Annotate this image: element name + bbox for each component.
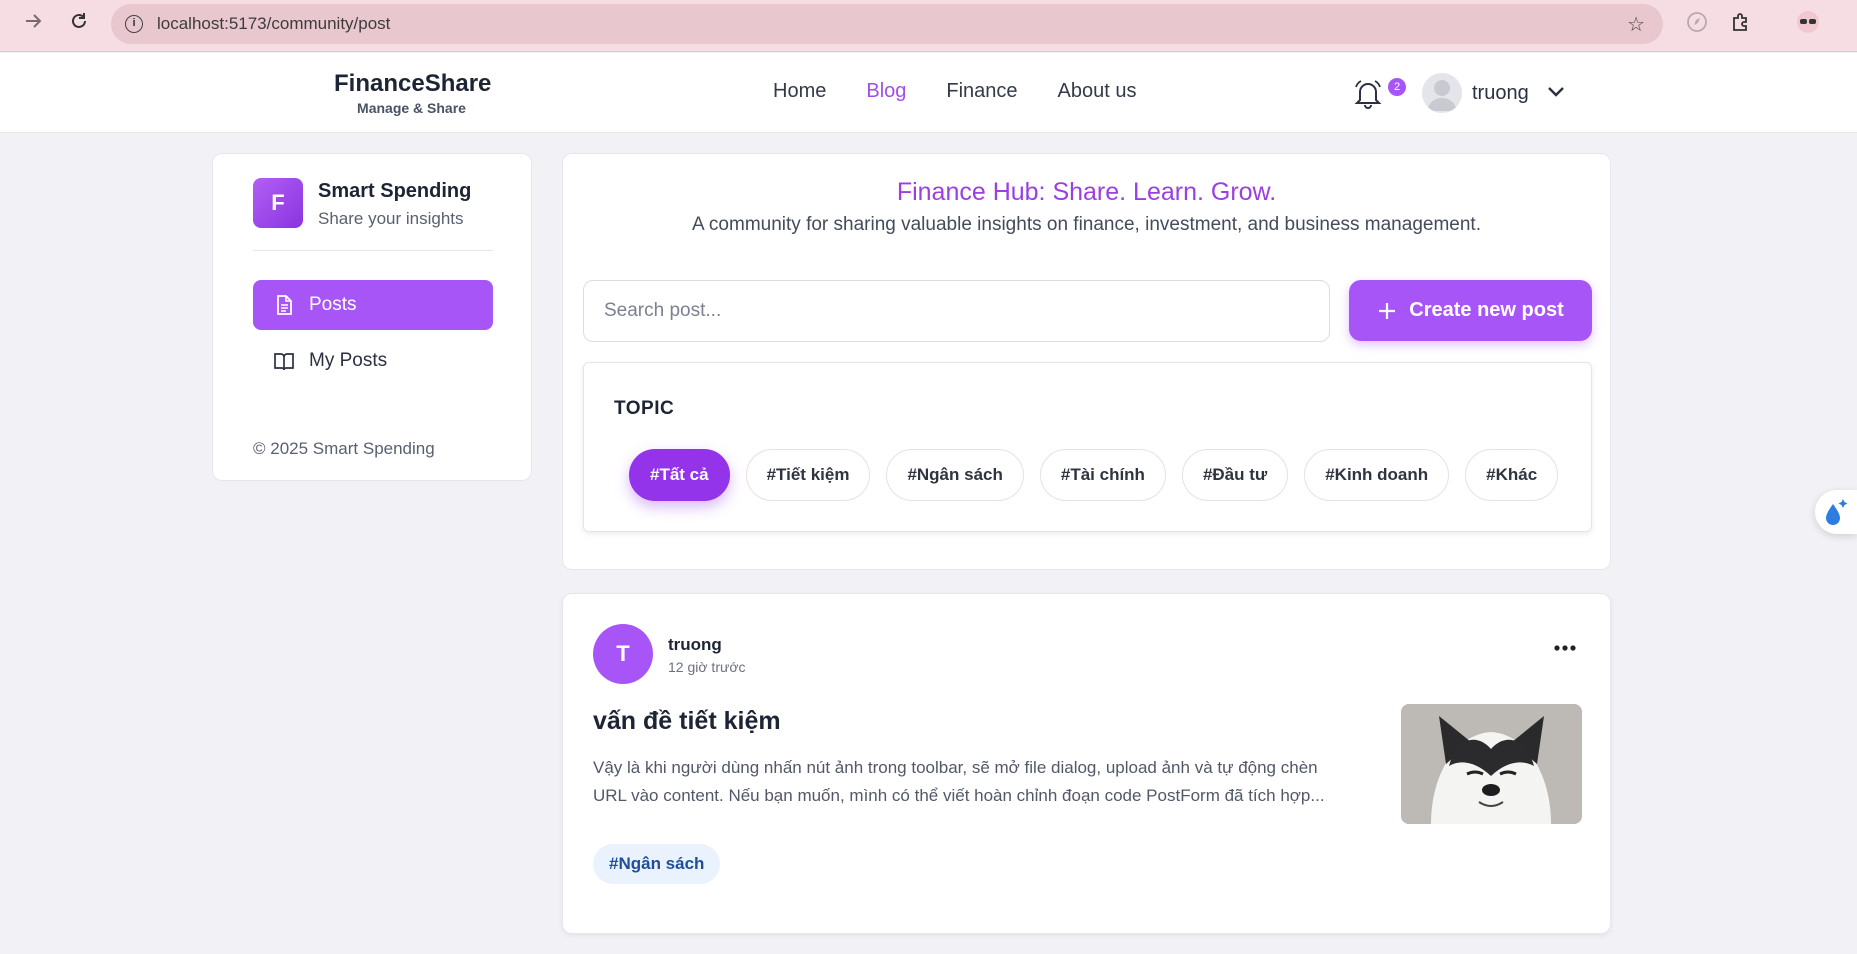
- nav-blog[interactable]: Blog: [866, 80, 906, 103]
- post-timestamp: 12 giờ trước: [668, 659, 746, 675]
- sidebar-footer: © 2025 Smart Spending: [253, 439, 435, 458]
- nav-finance[interactable]: Finance: [946, 80, 1017, 103]
- post-thumbnail[interactable]: [1401, 704, 1582, 824]
- profile-icon[interactable]: [1796, 10, 1820, 34]
- main-nav: Home Blog Finance About us: [773, 80, 1137, 103]
- post-tag[interactable]: #Ngân sách: [593, 844, 721, 884]
- create-post-label: Create new post: [1409, 299, 1564, 321]
- reload-icon[interactable]: [66, 10, 92, 36]
- sidebar-item-posts[interactable]: Posts: [253, 280, 493, 330]
- topic-chip-budget[interactable]: #Ngân sách: [886, 449, 1024, 501]
- document-icon: [277, 295, 292, 315]
- bookmark-star-icon[interactable]: ☆: [1627, 12, 1645, 37]
- author-avatar[interactable]: T: [593, 624, 653, 684]
- sidebar-divider: [253, 250, 493, 251]
- bell-icon[interactable]: [1353, 78, 1383, 110]
- chevron-down-icon[interactable]: [1545, 80, 1567, 102]
- sidebar-title: Smart Spending: [318, 180, 472, 202]
- community-hero: Finance Hub: Share. Learn. Grow. A commu…: [562, 153, 1611, 570]
- address-url[interactable]: localhost:5173/community/post: [157, 14, 390, 34]
- brand-logo[interactable]: FinanceShare Manage & Share: [334, 70, 492, 116]
- page-subtitle: A community for sharing valuable insight…: [692, 214, 1481, 235]
- nav-home[interactable]: Home: [773, 80, 826, 103]
- topic-heading: TOPIC: [614, 398, 675, 419]
- more-horizontal-icon[interactable]: [1547, 636, 1583, 660]
- sidebar-item-label: My Posts: [309, 350, 388, 371]
- address-bar[interactable]: i localhost:5173/community/post ☆: [111, 4, 1663, 44]
- site-header: FinanceShare Manage & Share Home Blog Fi…: [0, 53, 1857, 133]
- topic-filter: TOPIC #Tất cả #Tiết kiệm #Ngân sách #Tài…: [583, 362, 1592, 532]
- brand-tagline: Manage & Share: [357, 100, 466, 116]
- brand-name: FinanceShare: [334, 70, 492, 97]
- topic-chip-business[interactable]: #Kinh doanh: [1304, 449, 1450, 501]
- post-card[interactable]: T truong 12 giờ trước vấn đề tiết kiệm V…: [562, 593, 1611, 934]
- sidebar-logo: F: [253, 178, 303, 228]
- notification-badge: 2: [1388, 78, 1406, 96]
- search-input[interactable]: [583, 280, 1330, 342]
- topic-chip-other[interactable]: #Khác: [1465, 449, 1559, 501]
- post-author[interactable]: truong: [668, 635, 722, 655]
- forward-icon[interactable]: [20, 10, 46, 36]
- sidebar-subtitle: Share your insights: [318, 209, 464, 228]
- puzzle-icon[interactable]: [1729, 10, 1753, 34]
- sidebar-item-my-posts[interactable]: My Posts: [253, 336, 493, 386]
- post-excerpt: Vậy là khi người dùng nhấn nút ảnh trong…: [593, 758, 1325, 805]
- browser-toolbar: i localhost:5173/community/post ☆: [0, 0, 1857, 52]
- plus-icon: [1379, 302, 1396, 319]
- floating-assistant-icon[interactable]: [1815, 490, 1857, 534]
- topic-chip-saving[interactable]: #Tiết kiệm: [745, 449, 871, 501]
- create-post-button[interactable]: Create new post: [1349, 280, 1592, 341]
- extension-icon[interactable]: [1685, 10, 1709, 34]
- topic-chip-finance[interactable]: #Tài chính: [1039, 449, 1166, 501]
- user-name[interactable]: truong: [1472, 82, 1529, 105]
- page-title: Finance Hub: Share. Learn. Grow.: [896, 178, 1277, 206]
- topic-chip-all[interactable]: #Tất cả: [629, 449, 730, 501]
- topic-chips: #Tất cả #Tiết kiệm #Ngân sách #Tài chính…: [629, 449, 1559, 501]
- user-avatar[interactable]: [1422, 73, 1462, 113]
- sidebar: F Smart Spending Share your insights Pos…: [212, 153, 532, 481]
- site-info-icon[interactable]: i: [125, 15, 143, 33]
- sidebar-item-label: Posts: [309, 294, 357, 315]
- topic-chip-investment[interactable]: #Đầu tư: [1181, 449, 1289, 501]
- nav-about-us[interactable]: About us: [1058, 80, 1137, 103]
- open-book-icon: [274, 353, 294, 371]
- post-title[interactable]: vấn đề tiết kiệm: [593, 707, 781, 736]
